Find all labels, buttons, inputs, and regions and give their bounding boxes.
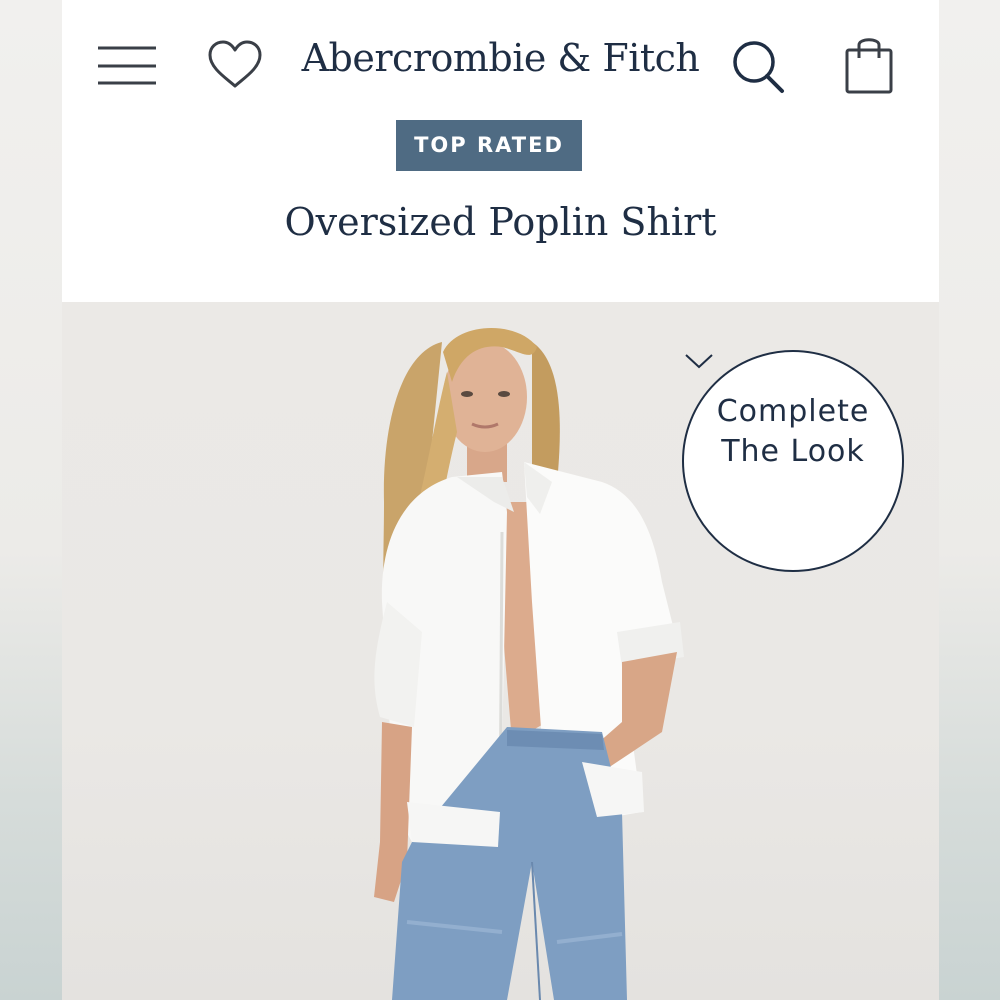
- menu-button[interactable]: [98, 42, 156, 88]
- product-title: Oversized Poplin Shirt: [284, 200, 717, 244]
- chevron-down-icon: [685, 354, 713, 369]
- shopping-bag-button[interactable]: [842, 34, 896, 96]
- complete-the-look-line2: The Look: [721, 434, 865, 469]
- hamburger-menu-icon: [98, 46, 156, 85]
- product-image[interactable]: Complete The Look: [62, 302, 939, 1000]
- search-icon: [733, 41, 784, 93]
- complete-the-look-button[interactable]: Complete The Look: [682, 350, 904, 572]
- product-page: Abercrombie & Fitch TOP RATED Oversized …: [62, 0, 939, 1000]
- brand-logo[interactable]: Abercrombie & Fitch: [252, 36, 749, 80]
- top-rated-badge: TOP RATED: [396, 120, 582, 171]
- header: Abercrombie & Fitch TOP RATED Oversized …: [62, 0, 939, 302]
- search-button[interactable]: [730, 38, 788, 94]
- shopping-bag-icon: [845, 38, 893, 94]
- complete-the-look-line1: Complete: [716, 394, 870, 429]
